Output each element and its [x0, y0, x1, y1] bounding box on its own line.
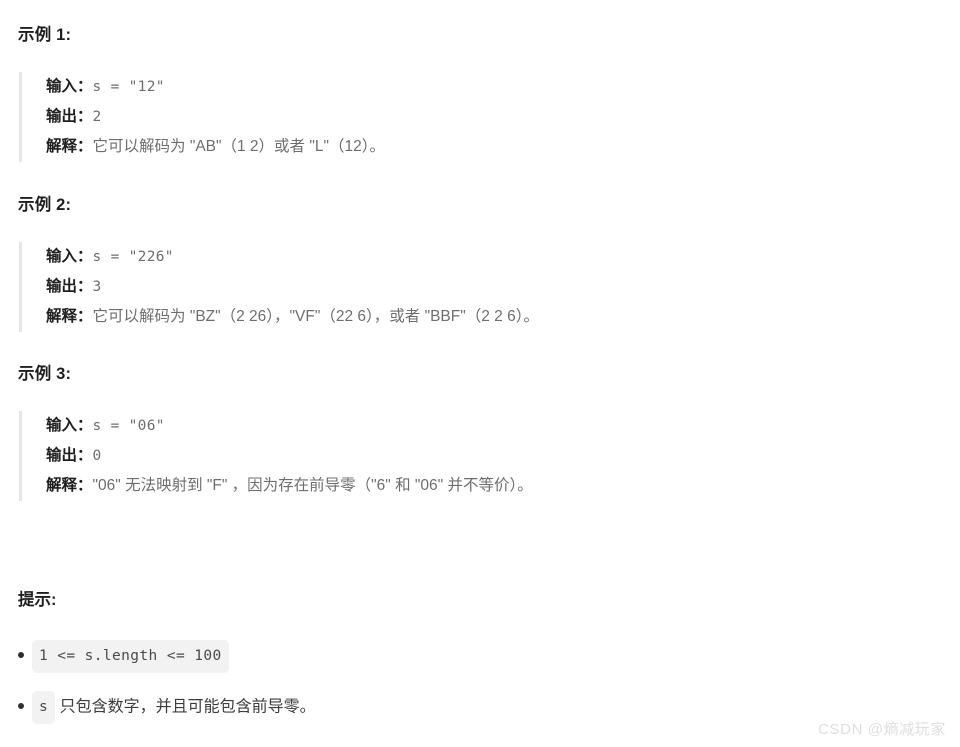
csdn-watermark: CSDN @熵减玩家 — [818, 721, 946, 738]
example-2-output-line: 输出：3 — [46, 272, 539, 302]
example-3-explain-line: 解释："06" 无法映射到 "F" ，因为存在前导零（"6" 和 "06" 并不… — [46, 471, 533, 501]
explanation-value: 它可以解码为 "AB"（1 2）或者 "L"（12）。 — [92, 138, 385, 155]
input-value: s = "226" — [92, 249, 174, 265]
constraint-code: 1 <= s.length <= 100 — [32, 640, 229, 673]
example-1-output-line: 输出：2 — [46, 102, 385, 132]
input-value: s = "06" — [92, 418, 165, 434]
example-1-explain-line: 解释：它可以解码为 "AB"（1 2）或者 "L"（12）。 — [46, 132, 385, 162]
output-label: 输出： — [46, 278, 93, 295]
list-item: 1 <= s.length <= 100 — [0, 640, 900, 673]
output-label: 输出： — [46, 447, 93, 464]
example-3-block: 输入：s = "06" 输出：0 解释："06" 无法映射到 "F" ，因为存在… — [19, 411, 533, 501]
example-3-output-line: 输出：0 — [46, 441, 533, 471]
output-label: 输出： — [46, 108, 93, 125]
explanation-value: "06" 无法映射到 "F" ，因为存在前导零（"6" 和 "06" 并不等价）… — [92, 477, 533, 494]
input-value: s = "12" — [92, 79, 165, 95]
explanation-label: 解释： — [46, 308, 93, 325]
example-1-block: 输入：s = "12" 输出：2 解释：它可以解码为 "AB"（1 2）或者 "… — [19, 72, 385, 162]
example-1-heading: 示例 1: — [18, 26, 72, 44]
output-value: 2 — [92, 109, 102, 125]
input-label: 输入： — [46, 417, 93, 434]
input-label: 输入： — [46, 78, 93, 95]
example-3-input-line: 输入：s = "06" — [46, 411, 533, 441]
hints-list: 1 <= s.length <= 100 s 只包含数字，并且可能包含前导零。 — [0, 640, 900, 742]
example-1-input-line: 输入：s = "12" — [46, 72, 385, 102]
problem-description-page: 示例 1: 输入：s = "12" 输出：2 解释：它可以解码为 "AB"（1 … — [0, 0, 960, 747]
constraint-code: s — [32, 691, 56, 724]
hints-heading: 提示: — [18, 591, 57, 609]
example-3-heading: 示例 3: — [18, 365, 72, 383]
constraint-text: 只包含数字，并且可能包含前导零。 — [55, 698, 316, 716]
output-value: 3 — [92, 279, 102, 295]
example-2-input-line: 输入：s = "226" — [46, 242, 539, 272]
example-2-explain-line: 解释：它可以解码为 "BZ"（2 26），"VF"（22 6），或者 "BBF"… — [46, 302, 539, 332]
example-2-block: 输入：s = "226" 输出：3 解释：它可以解码为 "BZ"（2 26），"… — [19, 242, 539, 332]
explanation-value: 它可以解码为 "BZ"（2 26），"VF"（22 6），或者 "BBF"（2 … — [92, 308, 539, 325]
output-value: 0 — [92, 448, 102, 464]
explanation-label: 解释： — [46, 477, 93, 494]
explanation-label: 解释： — [46, 138, 93, 155]
input-label: 输入： — [46, 248, 93, 265]
example-2-heading: 示例 2: — [18, 196, 72, 214]
list-item: s 只包含数字，并且可能包含前导零。 — [0, 691, 900, 724]
